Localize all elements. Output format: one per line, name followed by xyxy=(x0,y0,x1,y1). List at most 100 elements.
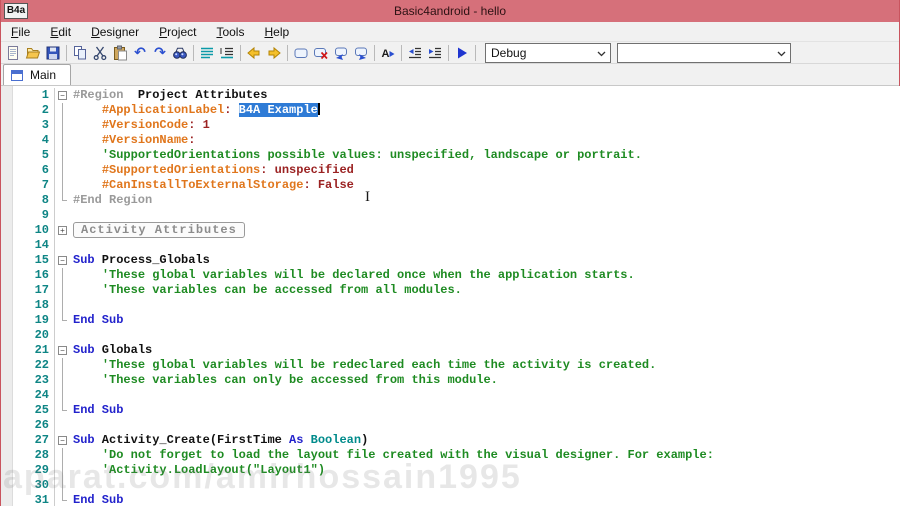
expand-region-icon[interactable]: + xyxy=(58,226,67,235)
fold-column: + xyxy=(55,223,70,238)
indent-button[interactable] xyxy=(425,43,445,63)
line-number: 30 xyxy=(1,478,55,493)
open-folder-button[interactable] xyxy=(23,43,43,63)
fold-column xyxy=(55,358,70,373)
paste-button[interactable] xyxy=(110,43,130,63)
code-line[interactable]: 14 xyxy=(1,238,900,253)
format-lines-2-button[interactable] xyxy=(217,43,237,63)
tab-main[interactable]: Main xyxy=(3,64,72,85)
code-line[interactable]: 25 End Sub xyxy=(1,403,900,418)
code-line[interactable]: 5 'SupportedOrientations possible values… xyxy=(1,148,900,163)
nav-back-button[interactable] xyxy=(244,43,264,63)
nav-forward-button[interactable] xyxy=(264,43,284,63)
redo-button[interactable]: ↷ xyxy=(150,43,170,63)
code-line[interactable]: 18 xyxy=(1,298,900,313)
menu-project[interactable]: Project xyxy=(149,22,206,42)
code-line[interactable]: 8 #End Region xyxy=(1,193,900,208)
line-number: 20 xyxy=(1,328,55,343)
code-line[interactable]: 17 'These variables can be accessed from… xyxy=(1,283,900,298)
fold-end-guide xyxy=(62,313,67,321)
fold-column xyxy=(55,178,70,193)
format-lines-button[interactable] xyxy=(197,43,217,63)
code-line[interactable]: 24 xyxy=(1,388,900,403)
code-line[interactable]: 7 #CanInstallToExternalStorage: False xyxy=(1,178,900,193)
line-number: 21 xyxy=(1,343,55,358)
code-line[interactable]: 22 'These global variables will be redec… xyxy=(1,358,900,373)
fold-guide xyxy=(62,163,63,178)
fold-guide xyxy=(62,133,63,148)
copy-button[interactable] xyxy=(70,43,90,63)
select-block-button[interactable] xyxy=(291,43,311,63)
code-line[interactable]: 1− #Region Project Attributes xyxy=(1,88,900,103)
comment-icon xyxy=(333,45,349,61)
code-line[interactable]: 6 #SupportedOrientations: unspecified xyxy=(1,163,900,178)
collapse-region-icon[interactable]: − xyxy=(58,346,67,355)
cut-button[interactable] xyxy=(90,43,110,63)
autocomplete-button[interactable]: A xyxy=(378,43,398,63)
menu-help[interactable]: Help xyxy=(254,22,299,42)
menu-file[interactable]: File xyxy=(1,22,40,42)
code-line[interactable]: 19 End Sub xyxy=(1,313,900,328)
code-line[interactable]: 3 #VersionCode: 1 xyxy=(1,118,900,133)
code-line[interactable]: 23 'These variables can only be accessed… xyxy=(1,373,900,388)
code-line[interactable]: 9 xyxy=(1,208,900,223)
collapse-region-icon[interactable]: − xyxy=(58,436,67,445)
code-text: End Sub xyxy=(70,403,123,418)
code-line[interactable]: 26 xyxy=(1,418,900,433)
titlebar[interactable]: B4a Basic4android - hello xyxy=(1,0,899,22)
collapse-region-icon[interactable]: − xyxy=(58,91,67,100)
menu-edit[interactable]: Edit xyxy=(40,22,81,42)
menu-tools[interactable]: Tools xyxy=(206,22,254,42)
code-line[interactable]: 21− Sub Globals xyxy=(1,343,900,358)
code-text: #CanInstallToExternalStorage: False xyxy=(70,178,354,193)
comment-button[interactable] xyxy=(331,43,351,63)
code-segment: Sub xyxy=(73,433,95,447)
code-line[interactable]: 29 'Activity.LoadLayout("Layout1") xyxy=(1,463,900,478)
code-line[interactable]: 31 End Sub xyxy=(1,493,900,506)
collapse-region-icon[interactable]: − xyxy=(58,256,67,265)
code-segment: 'Activity.LoadLayout("Layout1") xyxy=(101,463,326,477)
collapsed-region-box[interactable]: Activity Attributes xyxy=(73,222,245,238)
toolbar-separator xyxy=(374,44,375,61)
code-line[interactable]: 30 xyxy=(1,478,900,493)
undo-button[interactable]: ↶ xyxy=(130,43,150,63)
find-button[interactable] xyxy=(170,43,190,63)
code-line[interactable]: 2 #ApplicationLabel: B4A Example xyxy=(1,103,900,118)
line-number: 26 xyxy=(1,418,55,433)
code-editor[interactable]: 1− #Region Project Attributes 2 #Applicati… xyxy=(1,86,900,506)
line-number: 4 xyxy=(1,133,55,148)
redo-icon: ↷ xyxy=(154,44,166,61)
code-segment: #ApplicationLabel xyxy=(101,103,225,117)
menu-designer[interactable]: Designer xyxy=(81,22,149,42)
code-segment: #VersionName xyxy=(101,133,189,147)
line-number: 28 xyxy=(1,448,55,463)
code-line[interactable]: 16 'These global variables will be decla… xyxy=(1,268,900,283)
save-button[interactable] xyxy=(43,43,63,63)
code-segment: : xyxy=(224,103,239,117)
uncomment-button[interactable] xyxy=(351,43,371,63)
build-config-select[interactable]: Debug xyxy=(485,42,611,63)
delete-block-button[interactable] xyxy=(311,43,331,63)
code-line[interactable]: 15− Sub Process_Globals xyxy=(1,253,900,268)
fold-column xyxy=(55,403,70,418)
line-number: 14 xyxy=(1,238,55,253)
code-line[interactable]: 10 + Activity Attributes xyxy=(1,222,900,238)
module-select[interactable] xyxy=(617,42,791,63)
uncomment-icon xyxy=(353,45,369,61)
new-file-button[interactable] xyxy=(3,43,23,63)
code-line[interactable]: 4 #VersionName: xyxy=(1,133,900,148)
autocomplete-icon: A xyxy=(380,45,396,61)
code-segment: : xyxy=(188,133,196,147)
run-button[interactable] xyxy=(452,43,472,63)
code-segment: #SupportedOrientations xyxy=(101,163,261,177)
toolbar-separator xyxy=(193,44,194,61)
line-number: 8 xyxy=(1,193,55,208)
outdent-button[interactable] xyxy=(405,43,425,63)
fold-column xyxy=(55,103,70,118)
svg-text:A: A xyxy=(382,48,390,60)
code-line[interactable]: 27− Sub Activity_Create(FirstTime As Bool… xyxy=(1,433,900,448)
code-line[interactable]: 20 xyxy=(1,328,900,343)
code-line[interactable]: 28 'Do not forget to load the layout fil… xyxy=(1,448,900,463)
